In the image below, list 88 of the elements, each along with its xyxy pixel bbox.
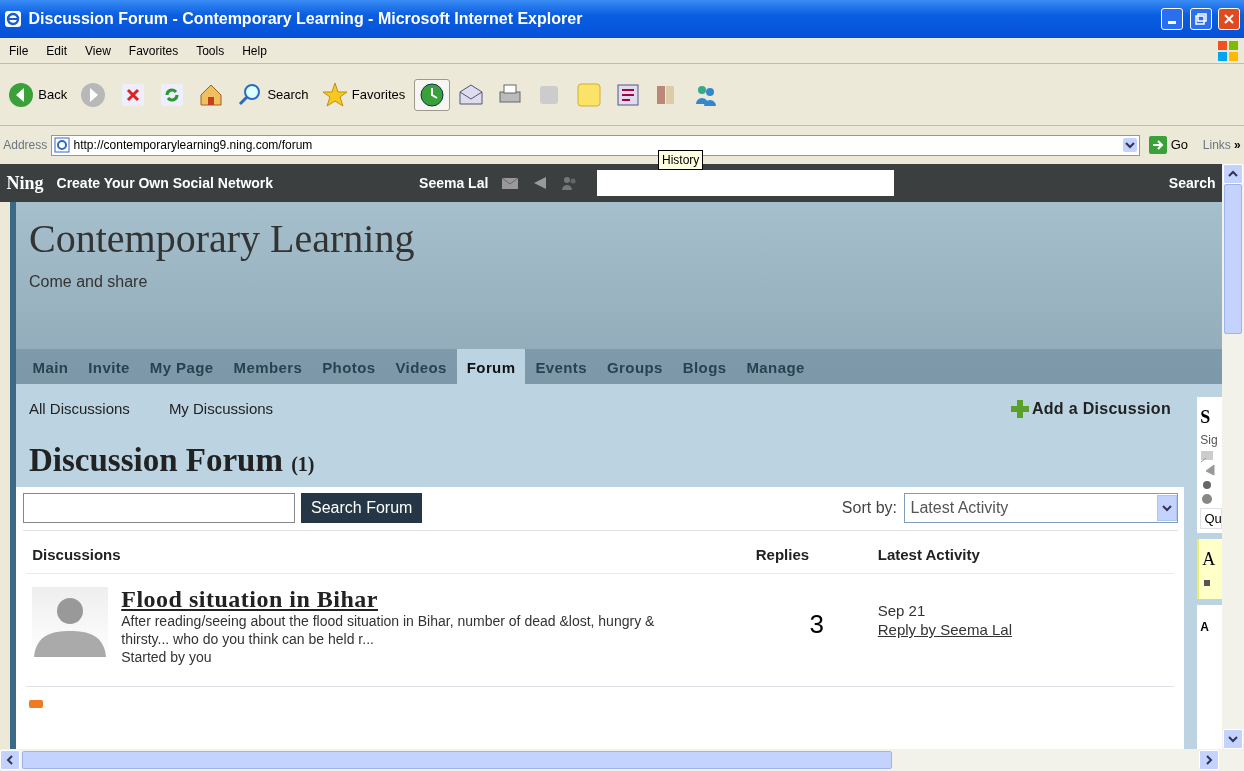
maximize-button[interactable] [1189,8,1212,30]
column-header: Latest Activity [877,544,981,565]
ning-logo[interactable]: Ning [6,169,44,197]
subnav-link[interactable]: My Discussions [168,397,274,421]
plus-icon [1010,400,1029,418]
people-icon[interactable] [561,175,578,191]
reply-count: 3 [809,608,824,639]
nav-tab[interactable]: Main [22,348,79,384]
close-icon [1223,13,1235,25]
search-button[interactable]: Search [232,78,314,111]
nav-tab[interactable]: Photos [312,348,386,384]
nav-tab[interactable]: Forum [456,348,526,384]
add-discussion-link[interactable]: Add a Discussion [1010,397,1171,421]
close-button[interactable] [1218,8,1240,30]
favorites-button[interactable]: Favorites [316,78,411,111]
search-forum-field[interactable] [22,493,295,524]
nav-tab[interactable]: My Page [139,348,224,384]
stop-icon [119,81,146,108]
subnav-link[interactable]: All Discussions [29,397,130,421]
menu-item[interactable]: Favorites [119,41,188,60]
document-icon [614,81,641,108]
page-icon [53,137,70,153]
menu-item[interactable]: View [76,41,120,60]
nav-tab[interactable]: Members [223,348,313,384]
bullet-icon [1202,578,1213,589]
started-by-text: Started by you [121,648,213,667]
discussion-title-link[interactable]: Flood situation in Bihar [121,586,378,612]
sidebar-heading: S [1200,405,1212,429]
nav-tab[interactable]: Invite [78,348,140,384]
minimize-icon [1168,21,1176,24]
clock-icon [418,81,445,108]
discussion-excerpt: After reading/seeing about the flood situation in Bihar, number of dead &lost, hungry & thirsty... who do you think can be held r... [121,612,656,649]
chevron-down-icon [1227,733,1239,745]
scroll-up-button[interactable] [1223,164,1243,184]
box-heading: A [1202,547,1217,571]
page-heading: Discussion Forum (1) [28,440,316,480]
restore-icon [1194,13,1207,25]
envelope-icon[interactable] [501,175,520,191]
quick-add-field[interactable]: Qu [1200,507,1222,530]
menu-item[interactable]: File [0,41,38,60]
menu-item[interactable]: Edit [37,41,77,60]
search-button[interactable]: Search [1168,172,1216,194]
user-name-link[interactable]: Seema Lal [419,172,489,194]
column-header: Replies [755,544,811,565]
menu-item[interactable]: Tools [187,41,234,60]
minimize-button[interactable] [1161,8,1183,30]
windows-flag-icon [1217,40,1238,61]
go-button[interactable]: Go [1143,132,1194,158]
links-label[interactable]: Links [1202,136,1231,154]
sign-text: Sig [1200,431,1219,449]
back-button[interactable]: Back [3,78,73,111]
reply-by-link[interactable]: Reply by Seema Lal [877,621,1012,639]
create-network-link[interactable]: Create Your Own Social Network [56,172,274,194]
sort-label: Sort by: [841,498,897,519]
refresh-icon [158,81,185,108]
chevron-down-icon [1160,503,1173,514]
nav-tab[interactable]: Groups [597,348,673,384]
menu-item[interactable]: Help [233,41,276,60]
scroll-right-button[interactable] [1198,750,1219,770]
sidebar-heading: A [1200,619,1210,636]
rss-icon [29,700,43,709]
history-button[interactable] [413,78,450,111]
search-field[interactable] [596,170,894,196]
tooltip: History [658,150,704,170]
site-tagline: Come and share [29,271,149,292]
activity-date: Sep 21 [877,600,927,621]
scroll-left-button[interactable] [0,750,20,770]
nav-tab[interactable]: Videos [385,348,457,384]
sidebar-icons-drawing [1200,448,1217,505]
search-forum-button[interactable]: Search Forum [301,493,423,524]
chevron-icon[interactable]: » [1234,136,1241,154]
nav-tab[interactable]: Manage [736,348,815,384]
star-icon [321,81,348,108]
nav-tab[interactable]: Blogs [672,348,737,384]
browser-icon [4,10,22,28]
address-label: Address [3,137,48,154]
column-header: Discussions [32,544,122,565]
window-title: Discussion Forum - Contemporary Learning - Microsoft Internet Explorer [28,9,584,29]
sort-dropdown[interactable]: Latest Activity [903,493,1178,524]
address-field[interactable]: http://contemporarylearning9.ning.com/forum [50,134,1141,156]
scroll-down-button[interactable] [1223,729,1243,749]
scroll-thumb[interactable] [22,751,892,769]
nav-tab[interactable]: Events [525,348,597,384]
site-title: Contemporary Learning [29,215,416,263]
megaphone-icon[interactable] [532,175,549,191]
scroll-thumb[interactable] [1224,184,1242,334]
chevron-left-icon [4,754,16,766]
note-icon [575,81,602,108]
